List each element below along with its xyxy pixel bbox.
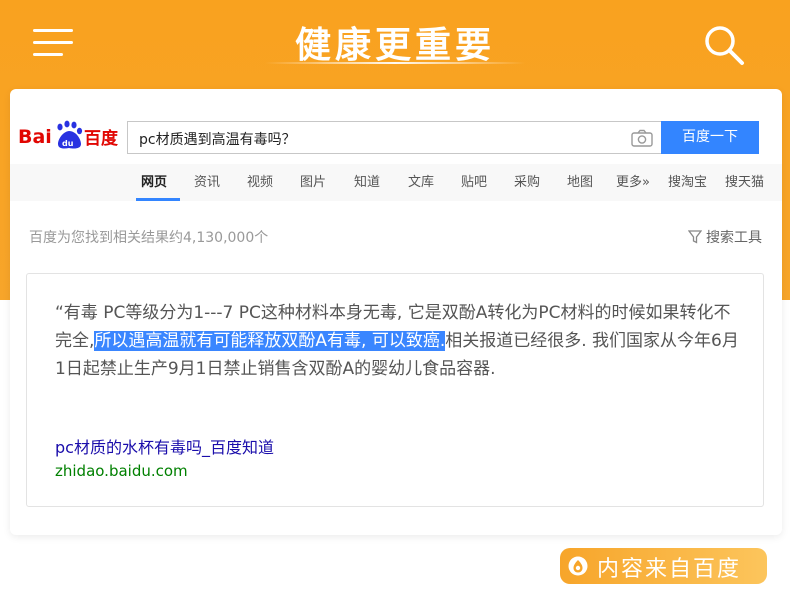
result-link[interactable]: pc材质的水杯有毒吗_百度知道 [55, 434, 274, 458]
search-input[interactable] [137, 122, 621, 155]
filter-icon [687, 230, 703, 244]
baidu-zhidao-icon [568, 556, 588, 576]
title-underline [265, 62, 525, 64]
tab-map[interactable]: 地图 [567, 164, 593, 201]
source-badge: 内容来自百度 [560, 548, 767, 584]
tab-purchase[interactable]: 采购 [514, 164, 540, 201]
result-count: 百度为您找到相关结果约4,130,000个 [29, 230, 269, 246]
tab-zhidao[interactable]: 知道 [354, 164, 380, 201]
search-nav: 网页 资讯 视频 图片 知道 文库 贴吧 采购 地图 更多» 搜淘宝 搜天猫 [10, 164, 782, 201]
svg-text:du: du [62, 139, 74, 148]
baidu-search-card: Bai du 百度 百度一下 网页 资讯 视频 图片 知道 文库 贴吧 采购 地… [10, 89, 782, 535]
camera-icon[interactable] [631, 129, 653, 147]
tab-web[interactable]: 网页 [141, 164, 167, 201]
search-button[interactable]: 百度一下 [661, 121, 759, 154]
tab-wenku[interactable]: 文库 [408, 164, 434, 201]
baidu-logo: Bai du 百度 [18, 120, 119, 149]
tab-tmall[interactable]: 搜天猫 [725, 164, 764, 201]
search-icon[interactable] [703, 24, 745, 66]
svg-text:Bai: Bai [18, 126, 52, 148]
tab-news[interactable]: 资讯 [194, 164, 220, 201]
search-result: “有毒 PC等级分为1---7 PC这种材料本身无毒, 它是双酚A转化为PC材料… [26, 273, 764, 507]
tab-taobao[interactable]: 搜淘宝 [668, 164, 707, 201]
result-url: zhidao.baidu.com [55, 462, 188, 480]
tab-tieba[interactable]: 贴吧 [461, 164, 487, 201]
tab-more[interactable]: 更多» [616, 164, 650, 201]
result-snippet: “有毒 PC等级分为1---7 PC这种材料本身无毒, 它是双酚A转化为PC材料… [55, 299, 745, 383]
svg-text:百度: 百度 [84, 128, 119, 149]
snippet-highlight: 所以遇高温就有可能释放双酚A有毒, 可以致癌. [94, 331, 446, 351]
search-box[interactable] [127, 121, 661, 155]
tab-images[interactable]: 图片 [300, 164, 326, 201]
page-title: 健康更重要 [294, 25, 495, 66]
source-label: 内容来自百度 [597, 557, 742, 582]
active-tab-indicator [136, 198, 180, 201]
search-tools-button[interactable]: 搜索工具 [687, 227, 762, 247]
tab-video[interactable]: 视频 [247, 164, 273, 201]
search-tools-label: 搜索工具 [706, 230, 762, 246]
